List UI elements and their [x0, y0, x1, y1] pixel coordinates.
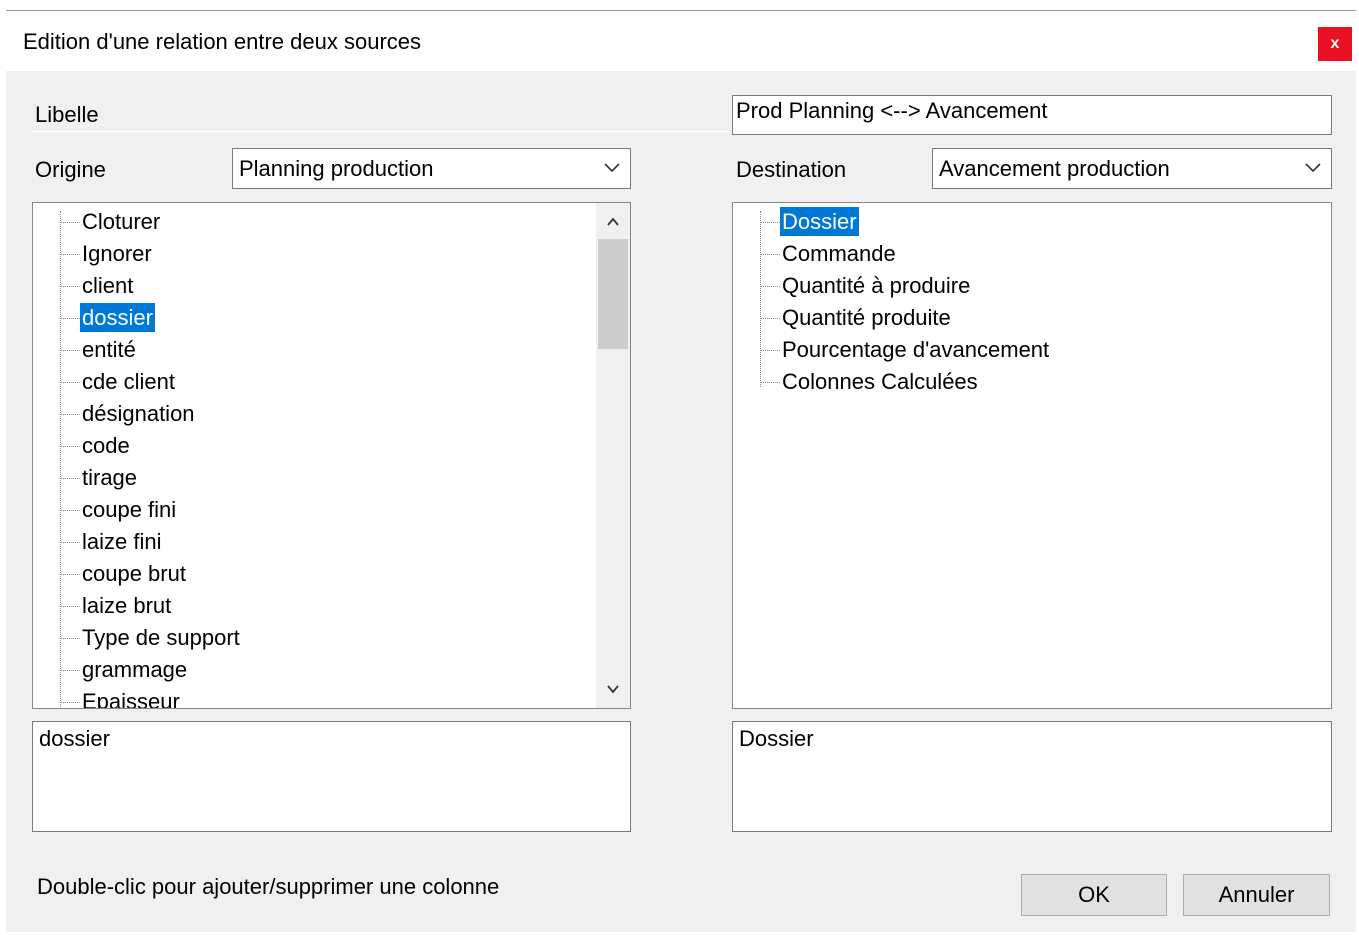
destination-tree[interactable]: Dossier Commande Quantité à produire Quanti… — [732, 202, 1332, 709]
tree-item-label: grammage — [82, 657, 188, 682]
tree-connector — [60, 222, 80, 223]
ok-button-label: OK — [1078, 882, 1110, 907]
hint-text: Double-clic pour ajouter/supprimer une c… — [37, 874, 500, 899]
tree-connector — [760, 350, 780, 351]
tree-guide-line — [760, 211, 761, 387]
tree-connector — [60, 446, 80, 447]
tree-connector — [760, 254, 780, 255]
tree-item-label: Type de support — [82, 625, 240, 650]
tree-item-label: désignation — [82, 401, 195, 426]
tree-item-label: code — [82, 433, 130, 458]
destination-select[interactable]: Avancement production — [932, 148, 1332, 189]
cancel-button[interactable]: Annuler — [1183, 874, 1330, 916]
tree-connector — [60, 670, 80, 671]
cancel-button-label: Annuler — [1218, 882, 1295, 907]
origine-label: Origine — [35, 157, 106, 182]
tree-connector — [60, 542, 80, 543]
tree-connector — [60, 606, 80, 607]
tree-connector — [60, 286, 80, 287]
tree-connector — [60, 350, 80, 351]
tree-item-label: laize brut — [82, 593, 172, 618]
tree-connector — [60, 510, 80, 511]
tree-item-label: entité — [82, 337, 136, 362]
chevron-down-icon — [604, 163, 620, 173]
destination-label: Destination — [736, 157, 847, 182]
relation-dialog: Edition d'une relation entre deux source… — [6, 10, 1356, 932]
tree-connector — [60, 414, 80, 415]
tree-item-label: laize fini — [82, 529, 162, 554]
tree-item-label: Cloturer — [82, 209, 161, 234]
libelle-input[interactable]: Prod Planning <--> Avancement — [732, 95, 1332, 135]
tree-connector — [60, 478, 80, 479]
origine-detail-text: dossier — [39, 726, 110, 751]
title-bar: Edition d'une relation entre deux source… — [6, 11, 1356, 71]
origine-select[interactable]: Planning production — [232, 148, 631, 189]
tree-item-label: cde client — [82, 369, 175, 394]
tree-connector — [60, 382, 80, 383]
libelle-label: Libelle — [35, 102, 99, 127]
tree-item-label: Quantité à produire — [782, 273, 971, 298]
tree-item-label: coupe fini — [82, 497, 177, 522]
tree-item-label: tirage — [82, 465, 138, 490]
destination-detail[interactable]: Dossier — [732, 721, 1332, 832]
libelle-value: Prod Planning <--> Avancement — [736, 98, 1048, 123]
tree-item-label: Commande — [782, 241, 896, 266]
tree-connector — [60, 702, 80, 703]
tree-item-label: Ignorer — [82, 241, 152, 266]
tree-connector — [760, 222, 780, 223]
origine-tree[interactable]: Cloturer Ignorer client dossier entité cde cl… — [32, 202, 631, 709]
tree-item-label: coupe brut — [82, 561, 186, 586]
scroll-thumb[interactable] — [598, 239, 628, 349]
origine-select-value: Planning production — [239, 156, 434, 181]
tree-item-label: Dossier — [780, 207, 859, 236]
chevron-up-icon — [607, 217, 619, 226]
libelle-divider — [32, 131, 730, 132]
tree-item-label: Colonnes Calculées — [782, 369, 978, 394]
tree-connector — [760, 382, 780, 383]
origine-detail[interactable]: dossier — [32, 721, 631, 832]
tree-connector — [760, 286, 780, 287]
tree-connector — [60, 574, 80, 575]
tree-connector — [60, 254, 80, 255]
destination-detail-text: Dossier — [739, 726, 814, 751]
close-button[interactable]: x — [1318, 27, 1352, 61]
dialog-title: Edition d'une relation entre deux source… — [23, 29, 422, 54]
tree-connector — [60, 318, 80, 319]
tree-connector — [60, 638, 80, 639]
scroll-down-button[interactable] — [596, 672, 630, 706]
scroll-up-button[interactable] — [596, 205, 630, 239]
tree-item-label: dossier — [80, 303, 155, 332]
close-icon: x — [1330, 35, 1340, 52]
tree-connector — [760, 318, 780, 319]
ok-button[interactable]: OK — [1021, 874, 1167, 916]
chevron-down-icon — [1305, 163, 1321, 173]
tree-item-label: client — [82, 273, 134, 298]
tree-item-label: Pourcentage d'avancement — [782, 337, 1050, 362]
tree-item-label: Quantité produite — [782, 305, 951, 330]
destination-select-value: Avancement production — [939, 156, 1170, 181]
origine-scrollbar[interactable] — [596, 203, 630, 708]
chevron-down-icon — [607, 685, 619, 694]
tree-item-label: Epaisseur — [82, 689, 180, 709]
